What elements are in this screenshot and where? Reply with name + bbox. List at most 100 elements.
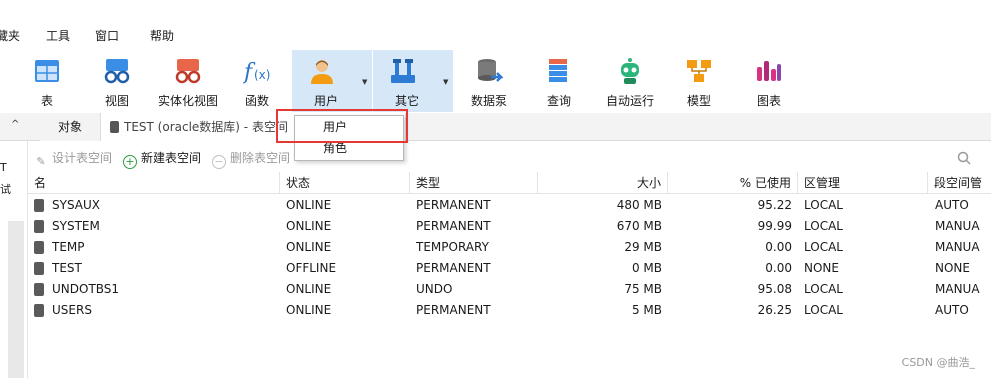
- query-icon: [549, 59, 567, 82]
- chart-icon: [757, 61, 781, 81]
- cell-extent-mgmt: LOCAL: [804, 219, 843, 233]
- remove-icon: −: [212, 155, 226, 169]
- new-tablespace-label: 新建表空间: [141, 151, 202, 165]
- table-row[interactable]: TEST OFFLINE PERMANENT 0 MB 0.00 NONE NONE: [28, 258, 991, 279]
- col-header-status[interactable]: 状态: [280, 172, 410, 194]
- delete-tablespace-button[interactable]: − 删除表空间: [212, 147, 290, 169]
- data-pump-icon: [478, 59, 503, 82]
- cell-name: TEST: [52, 261, 82, 275]
- left-panel-text-1: T: [0, 161, 7, 174]
- col-header-segment-space[interactable]: 段空间管: [928, 172, 991, 194]
- design-tablespace-label: 设计表空间: [52, 151, 113, 165]
- cell-type: PERMANENT: [416, 303, 491, 317]
- cell-size: 5 MB: [631, 303, 662, 317]
- cell-extent-mgmt: NONE: [804, 261, 839, 275]
- table-row[interactable]: TEMP ONLINE TEMPORARY 29 MB 0.00 LOCAL MANUA: [28, 237, 991, 258]
- cell-size: 670 MB: [616, 219, 662, 233]
- search-icon[interactable]: [957, 151, 971, 165]
- cell-size: 75 MB: [624, 282, 662, 296]
- tablespace-icon: [34, 220, 44, 233]
- cell-segment-space: AUTO: [935, 303, 969, 317]
- menu-favorites[interactable]: 藏夹: [0, 26, 20, 46]
- chart-button[interactable]: 图表: [744, 50, 794, 112]
- view-button-label: 视图: [104, 94, 129, 108]
- model-button[interactable]: 模型: [674, 50, 724, 112]
- cell-type: UNDO: [416, 282, 453, 296]
- table-button-label: 表: [40, 94, 53, 108]
- menu-help[interactable]: 帮助: [150, 26, 174, 46]
- automation-button-label: 自动运行: [605, 94, 654, 108]
- table-icon: [35, 60, 59, 82]
- tab-tablespace-label: TEST (oracle数据库) - 表空间: [124, 120, 288, 134]
- table-row[interactable]: UNDOTBS1 ONLINE UNDO 75 MB 95.08 LOCAL MANUA: [28, 279, 991, 300]
- left-scrollbar[interactable]: [8, 221, 24, 378]
- tablespace-icon: [34, 241, 44, 254]
- materialized-view-icon: [175, 59, 201, 84]
- cell-status: ONLINE: [286, 282, 332, 296]
- cell-type: TEMPORARY: [416, 240, 489, 254]
- user-dropdown-caret-icon[interactable]: ▼: [362, 78, 367, 86]
- col-header-size[interactable]: 大小: [538, 172, 668, 194]
- data-pump-button[interactable]: 数据泵: [462, 50, 516, 112]
- cell-type: PERMANENT: [416, 219, 491, 233]
- data-pump-button-label: 数据泵: [470, 94, 507, 108]
- tablespace-icon: [34, 199, 44, 212]
- cell-size: 480 MB: [616, 198, 662, 212]
- other-button[interactable]: ▼ 其它: [373, 50, 453, 112]
- table-row[interactable]: SYSTEM ONLINE PERMANENT 670 MB 99.99 LOCAL MAN…: [28, 216, 991, 237]
- cell-name: TEMP: [52, 240, 85, 254]
- cell-used: 0.00: [765, 240, 792, 254]
- cell-used: 0.00: [765, 261, 792, 275]
- cell-name: UNDOTBS1: [52, 282, 120, 296]
- cell-type: PERMANENT: [416, 198, 491, 212]
- collapse-arrow-icon[interactable]: ^: [11, 119, 19, 130]
- menu-tools[interactable]: 工具: [46, 26, 70, 46]
- left-panel: T 试: [0, 141, 28, 378]
- cell-segment-space: AUTO: [935, 198, 969, 212]
- materialized-view-button[interactable]: 实体化视图: [152, 50, 224, 112]
- other-dropdown-caret-icon[interactable]: ▼: [443, 78, 448, 86]
- cell-segment-space: MANUA: [935, 240, 980, 254]
- col-header-used[interactable]: % 已使用: [668, 172, 798, 194]
- design-tablespace-button[interactable]: ✎ 设计表空间: [34, 147, 112, 170]
- cell-segment-space: NONE: [935, 261, 970, 275]
- menu-window[interactable]: 窗口: [95, 26, 119, 46]
- model-button-label: 模型: [686, 94, 711, 108]
- col-header-extent-mgmt[interactable]: 区管理: [798, 172, 928, 194]
- col-header-name[interactable]: 名: [28, 172, 280, 194]
- cell-extent-mgmt: LOCAL: [804, 198, 843, 212]
- function-button[interactable]: f (x) 函数: [232, 50, 282, 112]
- watermark: CSDN @曲浩_: [901, 356, 975, 369]
- query-button-label: 查询: [546, 94, 571, 108]
- cell-extent-mgmt: LOCAL: [804, 303, 843, 317]
- tab-object[interactable]: 对象: [40, 113, 100, 141]
- cell-segment-space: MANUA: [935, 282, 980, 296]
- user-button[interactable]: ▼ 用户: [292, 50, 372, 112]
- view-button[interactable]: 视图: [92, 50, 142, 112]
- cell-type: PERMANENT: [416, 261, 491, 275]
- table-header: 名 状态 类型 大小 % 已使用 区管理 段空间管: [28, 172, 991, 194]
- menu-bar: 藏夹 工具 窗口 帮助: [0, 26, 991, 46]
- cell-status: ONLINE: [286, 198, 332, 212]
- delete-tablespace-label: 删除表空间: [230, 151, 291, 165]
- automation-button[interactable]: 自动运行: [600, 50, 660, 112]
- query-button[interactable]: 查询: [534, 50, 584, 112]
- cell-extent-mgmt: LOCAL: [804, 282, 843, 296]
- cell-used: 26.25: [757, 303, 792, 317]
- object-action-bar: ✎ 设计表空间 + 新建表空间 − 删除表空间: [28, 147, 991, 169]
- tab-bar: ^ 对象 TEST (oracle数据库) - 表空间: [0, 113, 991, 141]
- table-row[interactable]: SYSAUX ONLINE PERMANENT 480 MB 95.22 LOCAL AUT…: [28, 195, 991, 216]
- tools-icon: [391, 59, 415, 83]
- model-icon: [687, 60, 711, 82]
- cell-used: 99.99: [757, 219, 792, 233]
- function-button-label: 函数: [244, 94, 269, 108]
- new-tablespace-button[interactable]: + 新建表空间: [123, 147, 201, 169]
- col-header-type[interactable]: 类型: [410, 172, 538, 194]
- user-button-label: 用户: [313, 94, 338, 108]
- user-icon: [311, 60, 333, 84]
- table-button[interactable]: 表: [22, 50, 72, 112]
- cell-status: ONLINE: [286, 240, 332, 254]
- database-icon: [110, 121, 119, 133]
- table-row[interactable]: USERS ONLINE PERMANENT 5 MB 26.25 LOCAL AUTO: [28, 300, 991, 321]
- tablespace-icon: [34, 262, 44, 275]
